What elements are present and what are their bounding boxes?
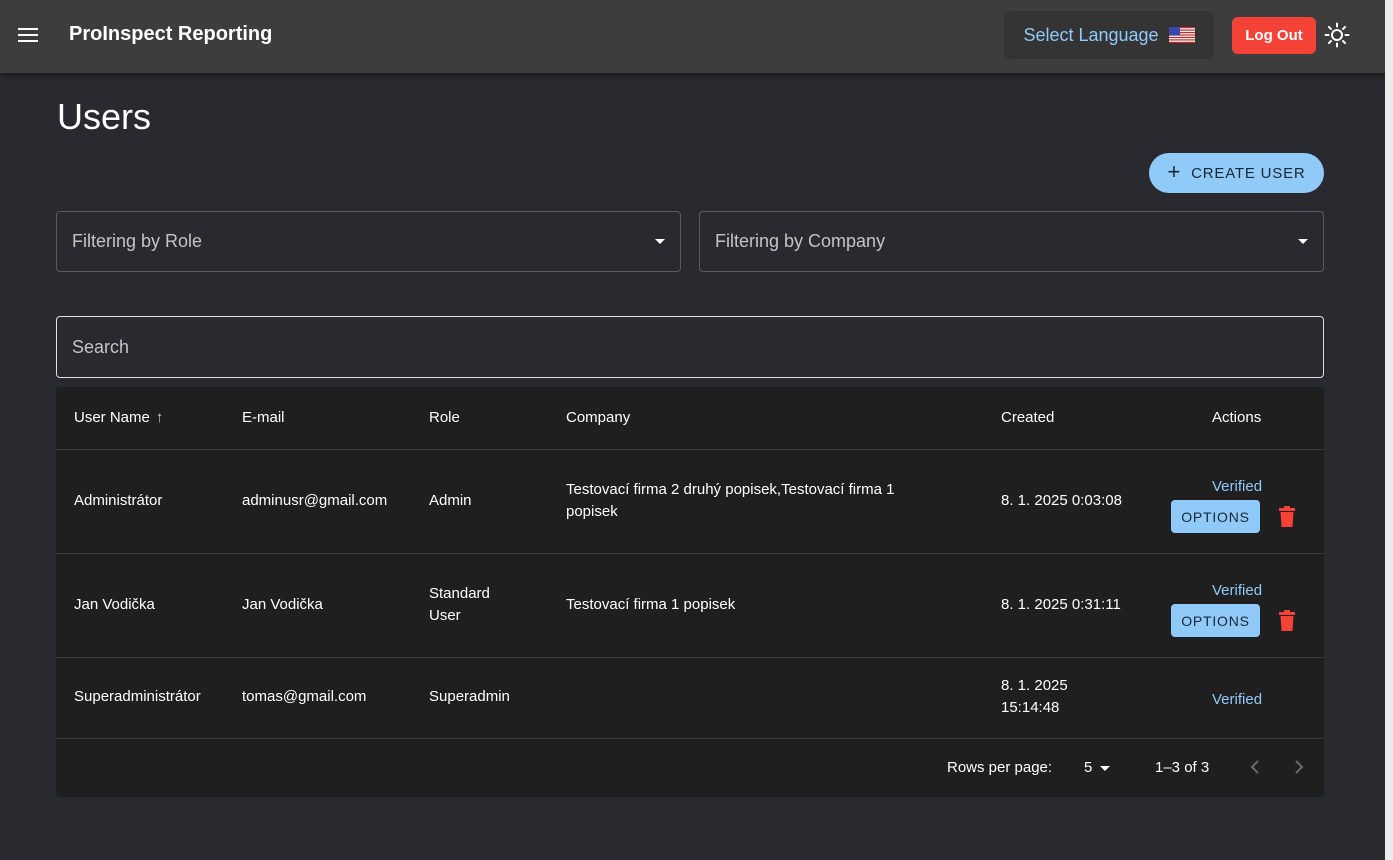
chevron-down-icon [1298, 239, 1308, 244]
role-filter-select[interactable]: Filtering by Role [56, 211, 681, 272]
cell-role: Superadmin [429, 688, 510, 705]
cell-company: Testovací firma 2 druhý popisek,Testovac… [566, 481, 895, 520]
column-header-email[interactable]: E-mail [242, 407, 285, 429]
plus-icon: + [1167, 159, 1182, 184]
rows-per-page-label: Rows per page: [947, 759, 1053, 776]
search-input[interactable] [56, 316, 1324, 378]
column-header-user-name[interactable]: User Name ↑ [74, 407, 163, 429]
hamburger-menu-icon[interactable] [17, 24, 41, 46]
rows-per-page-value: 5 [1084, 759, 1093, 776]
sun-icon[interactable] [1324, 22, 1350, 48]
column-header-label: User Name [74, 409, 150, 426]
cell-created: 8. 1. 2025 15:14:48 [1001, 677, 1068, 716]
table-row: Superadministrátor tomas@gmail.com Super… [56, 658, 1324, 739]
company-filter-placeholder: Filtering by Company [715, 231, 886, 251]
table-row: Administrátor adminusr@gmail.com Admin T… [56, 450, 1324, 554]
role-filter-placeholder: Filtering by Role [72, 231, 203, 251]
cell-company: Testovací firma 1 popisek [566, 596, 736, 613]
verified-link[interactable]: Verified [1212, 478, 1262, 495]
cell-email: Jan Vodička [242, 596, 323, 613]
rows-per-page-select[interactable]: 5 [1084, 759, 1111, 776]
options-button[interactable]: OPTIONS [1171, 500, 1260, 533]
table-pagination: Rows per page: 5 1–3 of 3 [56, 739, 1324, 797]
cell-role: Admin [429, 492, 472, 509]
cell-role: Standard User [429, 585, 490, 624]
chevron-down-icon [1100, 765, 1111, 771]
table-row: Jan Vodička Jan Vodička Standard User Te… [56, 554, 1324, 658]
chevron-down-icon [655, 239, 665, 244]
cell-created: 8. 1. 2025 0:31:11 [1001, 596, 1121, 613]
cell-email: tomas@gmail.com [242, 688, 367, 705]
users-table: User Name ↑ E-mail Role Company Created A… [56, 387, 1324, 797]
table-header-row: User Name ↑ E-mail Role Company Created A… [56, 387, 1324, 450]
options-button[interactable]: OPTIONS [1171, 604, 1260, 637]
chevron-right-icon[interactable] [1291, 757, 1307, 777]
us-flag-icon [1168, 27, 1195, 43]
app-bar: ProInspect Reporting Select Language Log… [0, 0, 1385, 73]
column-header-actions: Actions [1212, 409, 1262, 426]
pagination-range: 1–3 of 3 [1155, 759, 1210, 776]
cell-email: adminusr@gmail.com [242, 492, 388, 509]
verified-link[interactable]: Verified [1212, 582, 1262, 599]
column-header-created[interactable]: Created [1001, 407, 1054, 429]
select-language-label: Select Language [1023, 24, 1159, 45]
page-title: Users [57, 96, 152, 137]
delete-icon[interactable] [1278, 506, 1296, 528]
select-language-button[interactable]: Select Language [1004, 11, 1214, 59]
cell-user-name: Jan Vodička [74, 596, 155, 613]
logout-button[interactable]: Log Out [1232, 17, 1316, 54]
company-filter-select[interactable]: Filtering by Company [699, 211, 1324, 272]
create-user-button[interactable]: + CREATE USER [1149, 153, 1324, 193]
delete-icon[interactable] [1278, 610, 1296, 632]
cell-user-name: Superadministrátor [74, 688, 201, 705]
app-title: ProInspect Reporting [69, 23, 273, 45]
create-user-label: CREATE USER [1191, 164, 1306, 182]
verified-link[interactable]: Verified [1212, 691, 1262, 708]
arrow-up-icon: ↑ [155, 409, 164, 426]
page-scrollbar[interactable] [1385, 0, 1393, 860]
cell-user-name: Administrátor [74, 492, 163, 509]
chevron-left-icon[interactable] [1247, 757, 1263, 777]
column-header-company[interactable]: Company [566, 407, 630, 429]
cell-created: 8. 1. 2025 0:03:08 [1001, 492, 1122, 509]
column-header-role[interactable]: Role [429, 407, 460, 429]
